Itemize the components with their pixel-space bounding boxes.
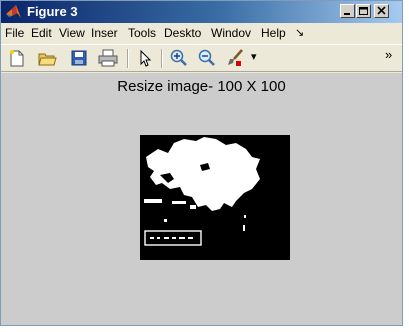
menu-edit[interactable]: Edit — [31, 26, 52, 40]
figure-window: Figure 3 File Edit View Inser Tools Desk… — [0, 0, 403, 326]
zoom-in-icon[interactable] — [169, 49, 189, 67]
close-icon — [377, 6, 386, 15]
maximize-icon — [359, 7, 368, 15]
menu-window[interactable]: Windov — [211, 26, 259, 40]
brush-dropdown-icon[interactable]: ▾ — [251, 50, 271, 68]
toolbar-separator — [161, 49, 163, 68]
title-bar[interactable]: Figure 3 — [1, 1, 402, 23]
pointer-icon[interactable] — [135, 49, 155, 67]
matlab-logo-icon — [5, 4, 22, 20]
menu-view[interactable]: View — [59, 26, 85, 40]
axes-title: Resize image- 100 X 100 — [117, 78, 286, 95]
print-icon[interactable] — [97, 49, 118, 67]
menu-bar: File Edit View Inser Tools Deskto Windov… — [1, 24, 402, 43]
minimize-icon — [344, 13, 350, 15]
menu-desktop[interactable]: Deskto — [164, 26, 208, 40]
menu-tools[interactable]: Tools — [128, 26, 156, 40]
figure-canvas: Resize image- 100 X 100 — [1, 73, 402, 325]
menu-help[interactable]: Help — [261, 26, 286, 40]
zoom-out-icon[interactable] — [197, 49, 217, 67]
toolbar-separator — [127, 49, 129, 68]
open-file-icon[interactable] — [37, 49, 57, 67]
window-title: Figure 3 — [27, 4, 78, 19]
menu-overflow-icon[interactable]: ↘ — [295, 26, 304, 39]
brush-icon[interactable] — [225, 49, 245, 67]
binary-image — [140, 135, 290, 260]
save-icon[interactable] — [69, 49, 89, 67]
menu-file[interactable]: File — [5, 26, 24, 40]
menu-insert[interactable]: Inser — [91, 26, 125, 40]
toolbar: ▾ » — [1, 44, 402, 72]
minimize-button[interactable] — [340, 4, 355, 18]
new-figure-icon[interactable] — [7, 49, 27, 67]
maximize-button[interactable] — [356, 4, 371, 18]
toolbar-overflow-icon[interactable]: » — [385, 47, 399, 65]
close-button[interactable] — [374, 4, 389, 18]
binary-image-drawing — [140, 135, 290, 260]
